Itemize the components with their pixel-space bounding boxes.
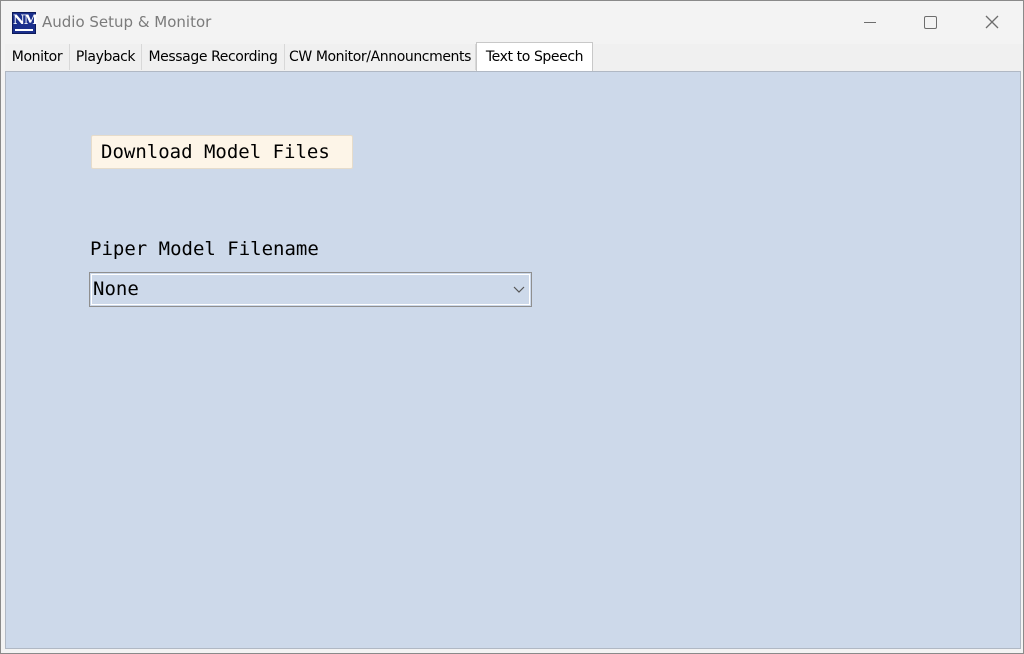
tab-cw-monitor-announcements[interactable]: CW Monitor/Announcments <box>285 44 476 70</box>
minimize-button[interactable] <box>839 1 901 43</box>
chevron-down-icon <box>513 286 525 293</box>
dropdown-toggle[interactable] <box>507 273 531 306</box>
close-button[interactable] <box>961 1 1023 43</box>
text-to-speech-panel: Download Model Files Piper Model Filenam… <box>5 71 1021 649</box>
piper-model-select[interactable]: None <box>89 272 532 307</box>
piper-model-select-frame <box>91 274 530 305</box>
piper-model-selected-value: None <box>93 278 139 300</box>
close-icon <box>985 15 999 29</box>
maximize-button[interactable] <box>899 1 961 43</box>
minimize-icon <box>864 21 876 23</box>
app-window: NM Audio Setup & Monitor Monitor Playbac… <box>0 0 1024 654</box>
tab-playback[interactable]: Playback <box>70 44 142 70</box>
title-bar[interactable]: NM Audio Setup & Monitor <box>1 1 1023 43</box>
app-logo-icon: NM <box>12 12 38 34</box>
app-logo-letters: NM <box>13 13 38 28</box>
tab-monitor[interactable]: Monitor <box>5 44 70 70</box>
maximize-icon <box>923 15 937 29</box>
window-title: Audio Setup & Monitor <box>42 13 212 31</box>
tab-text-to-speech[interactable]: Text to Speech <box>476 42 593 72</box>
download-model-files-button[interactable]: Download Model Files <box>91 135 353 169</box>
tab-message-recording[interactable]: Message Recording <box>142 44 285 70</box>
piper-model-filename-label: Piper Model Filename <box>90 238 319 260</box>
tab-strip: Monitor Playback Message Recording CW Mo… <box>5 42 1023 72</box>
